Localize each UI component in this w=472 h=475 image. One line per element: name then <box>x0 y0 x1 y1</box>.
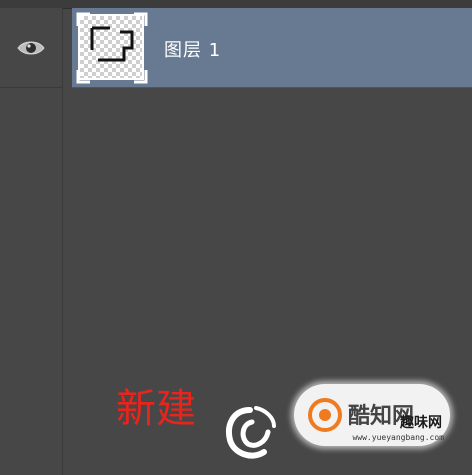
watermark-url: www.yueyangbang.com <box>352 433 444 442</box>
swirl-logo-icon <box>226 406 276 459</box>
brand-logo-icon <box>308 398 342 432</box>
visibility-column <box>0 8 63 475</box>
layer-name: 图层 1 <box>164 40 222 61</box>
watermark-tag: 趣味网 <box>400 415 442 431</box>
watermark-badge: 酷知网 趣味网 www.yueyangbang.com <box>294 384 450 446</box>
layer-thumbnail[interactable] <box>76 12 148 84</box>
layer-row-selected[interactable]: 图层 1 <box>72 8 472 88</box>
layer-visibility-toggle[interactable] <box>0 8 62 88</box>
thumbnail-selection-corners <box>76 12 148 84</box>
eye-icon <box>17 41 45 54</box>
overlay-caption: 新建 <box>116 386 196 432</box>
